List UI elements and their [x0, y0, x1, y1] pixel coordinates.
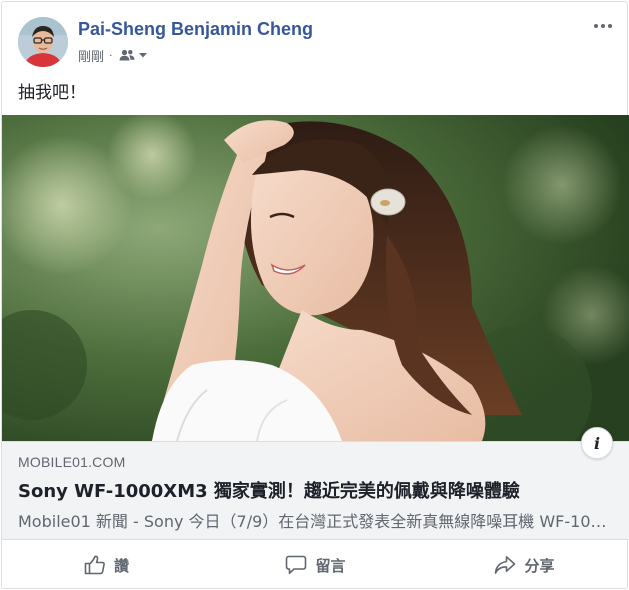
link-preview-image[interactable]: [2, 115, 629, 441]
link-domain: MOBILE01.COM: [18, 454, 126, 470]
post-actions: 讚 留言 分享: [2, 542, 629, 588]
more-options-button[interactable]: [591, 16, 615, 36]
share-label: 分享: [524, 556, 555, 575]
link-preview[interactable]: i MOBILE01.COM Sony WF-1000XM3 獨家實測！趨近完美…: [2, 427, 629, 540]
more-dot-icon: [608, 24, 612, 28]
post-timestamp[interactable]: 剛剛: [78, 46, 104, 65]
comment-icon: [286, 555, 307, 575]
link-description: Mobile01 新聞 - Sony 今日（7/9）在台灣正式發表全新真無線降噪…: [18, 512, 608, 531]
post-card: Pai-Sheng Benjamin Cheng 剛剛 · 抽我吧！ i MOB…: [1, 1, 629, 589]
post-meta: 剛剛 ·: [78, 46, 148, 65]
post-text: 抽我吧！: [18, 83, 86, 103]
like-label: 讚: [113, 556, 129, 575]
author-name[interactable]: Pai-Sheng Benjamin Cheng: [78, 19, 313, 40]
more-dot-icon: [594, 24, 598, 28]
avatar[interactable]: [18, 17, 68, 67]
chevron-down-icon: [138, 53, 147, 58]
friends-icon: [119, 49, 135, 61]
like-button[interactable]: 讚: [2, 542, 211, 588]
audience-selector[interactable]: [119, 49, 148, 61]
meta-separator: ·: [109, 48, 113, 62]
link-title[interactable]: Sony WF-1000XM3 獨家實測！趨近完美的佩戴與降噪體驗: [18, 477, 614, 503]
share-button[interactable]: 分享: [420, 542, 629, 588]
thumbs-up-icon: [84, 555, 105, 575]
info-icon[interactable]: i: [581, 427, 613, 459]
share-icon: [495, 556, 516, 574]
comment-button[interactable]: 留言: [211, 542, 420, 588]
more-dot-icon: [601, 24, 605, 28]
comment-label: 留言: [315, 556, 346, 575]
